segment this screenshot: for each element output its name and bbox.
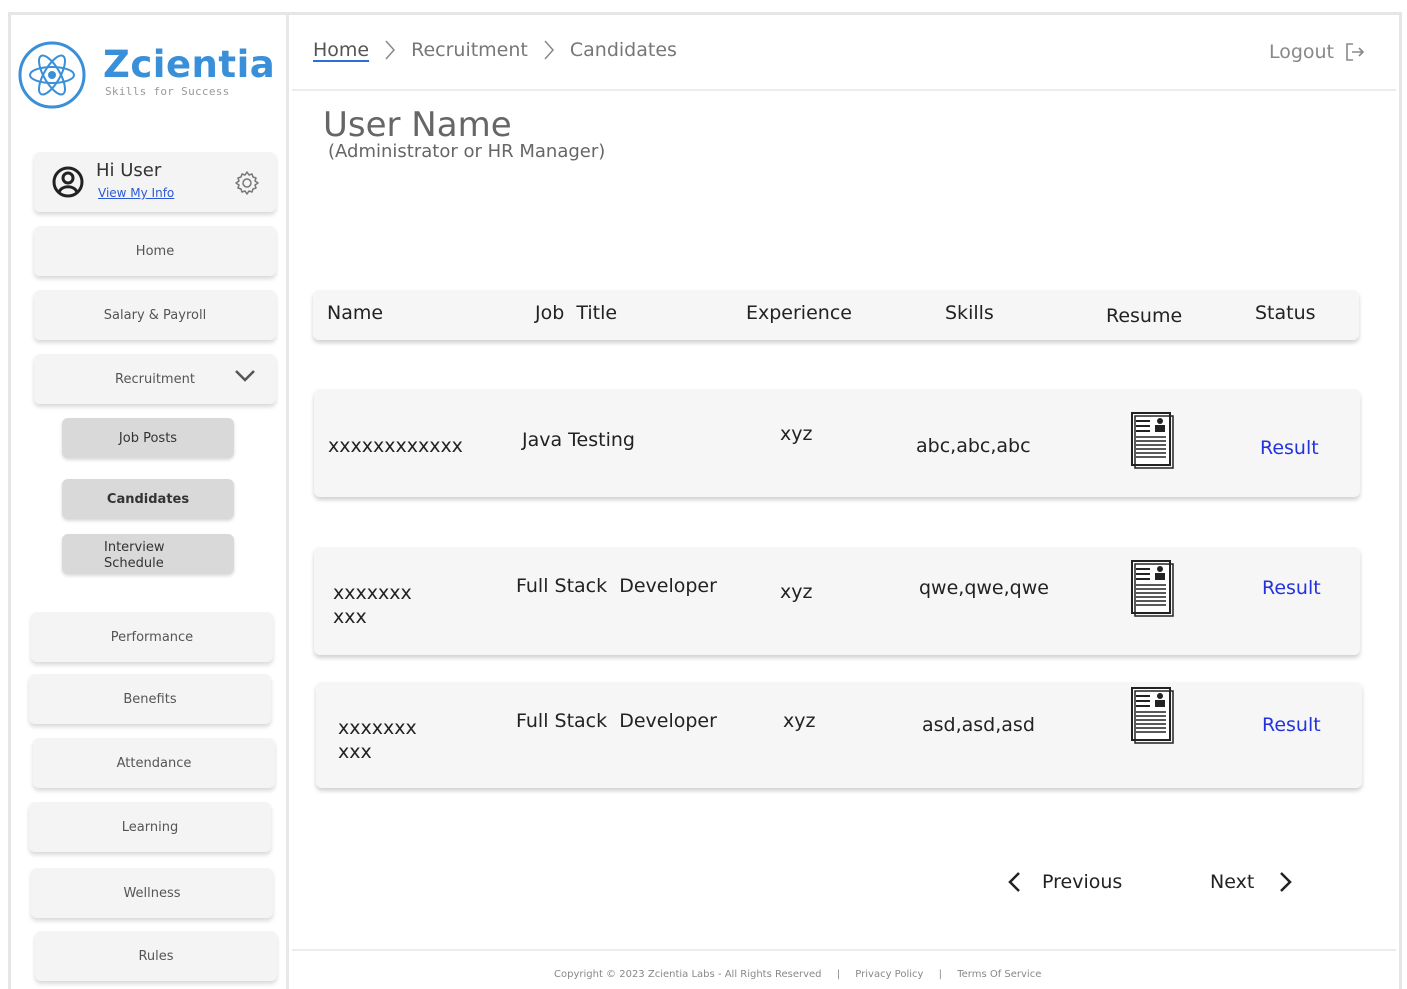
resume-document-icon[interactable] [1130, 686, 1174, 744]
candidate-experience: xyz [780, 423, 813, 445]
candidate-name-line1: xxxxxxx [333, 582, 412, 604]
nav-job-posts[interactable]: Job Posts [62, 418, 234, 458]
page-title: User Name [323, 105, 512, 145]
table-row: xxxxxxx xxx Full Stack Developer xyz asd… [316, 682, 1362, 788]
sidebar: Zcientia Skills for Success Hi User View… [11, 15, 289, 989]
candidate-skills: asd,asd,asd [922, 714, 1035, 736]
view-my-info-link[interactable]: View My Info [98, 186, 174, 200]
next-button[interactable]: Next [1210, 870, 1294, 894]
next-label: Next [1210, 871, 1255, 893]
privacy-policy-link[interactable]: Privacy Policy [855, 969, 923, 980]
nav-learning-label: Learning [121, 819, 179, 835]
table-header: Name Job Title Experience Skills Resume … [313, 290, 1359, 340]
nav-wellness-label: Wellness [123, 885, 181, 901]
brand-tagline: Skills for Success [105, 85, 230, 98]
nav-interview-label: Interview Schedule [104, 540, 165, 571]
brand-name: Zcientia [103, 43, 276, 86]
table-row: xxxxxxx xxx Full Stack Developer xyz qwe… [314, 547, 1360, 655]
top-bar: Home Recruitment Candidates Logout [292, 15, 1396, 91]
breadcrumb-recruitment[interactable]: Recruitment [411, 39, 528, 61]
nav-candidates-label: Candidates [106, 491, 190, 507]
footer-links: Copyright © 2023 Zcientia Labs - All Rig… [554, 969, 1041, 980]
nav-rules-label: Rules [138, 948, 174, 964]
page-subtitle: (Administrator or HR Manager) [328, 141, 606, 162]
brand-logo[interactable]: Zcientia Skills for Success [17, 39, 277, 111]
breadcrumb-candidates: Candidates [569, 39, 677, 61]
candidate-name-line1: xxxxxxx [338, 717, 417, 739]
nav-job-posts-label: Job Posts [118, 430, 178, 446]
status-result-link[interactable]: Result [1260, 437, 1319, 459]
candidate-name: xxxxxxx xxx [333, 581, 412, 629]
chevron-left-icon [1008, 872, 1020, 892]
nav-home-label: Home [135, 243, 175, 259]
nav-performance-label: Performance [110, 629, 194, 645]
status-result-link[interactable]: Result [1262, 714, 1321, 736]
col-skills: Skills [945, 302, 994, 324]
user-avatar-icon [52, 166, 84, 198]
nav-benefits-label: Benefits [123, 691, 177, 707]
breadcrumb: Home Recruitment Candidates [313, 39, 677, 61]
footer-separator: | [836, 969, 841, 980]
logout-button[interactable]: Logout [1269, 41, 1366, 63]
nav-salary-label: Salary & Payroll [103, 307, 207, 323]
candidate-name: xxxxxxxxxxxx [328, 435, 463, 457]
status-result-link[interactable]: Result [1262, 577, 1321, 599]
col-status: Status [1255, 302, 1316, 324]
candidate-name: xxxxxxx xxx [338, 716, 417, 764]
user-card: Hi User View My Info [34, 152, 276, 212]
atom-logo-icon [18, 41, 86, 109]
copyright-text: Copyright © 2023 Zcientia Labs - All Rig… [554, 969, 822, 980]
breadcrumb-home[interactable]: Home [313, 39, 369, 61]
nav-performance[interactable]: Performance [31, 612, 273, 662]
resume-document-icon[interactable] [1130, 559, 1174, 617]
col-name: Name [327, 302, 384, 324]
nav-salary-payroll[interactable]: Salary & Payroll [34, 290, 276, 340]
table-row: xxxxxxxxxxxx Java Testing xyz abc,abc,ab… [314, 389, 1360, 497]
terms-of-service-link[interactable]: Terms Of Service [957, 969, 1041, 980]
candidate-skills: qwe,qwe,qwe [919, 577, 1049, 599]
candidate-job-title: Java Testing [522, 429, 635, 451]
candidate-experience: xyz [783, 710, 816, 732]
candidate-experience: xyz [780, 581, 813, 603]
chevron-right-icon [1280, 872, 1293, 892]
logout-label: Logout [1268, 41, 1334, 63]
resume-document-icon[interactable] [1130, 411, 1174, 469]
nav-rules[interactable]: Rules [35, 931, 277, 981]
candidate-job-title: Full Stack Developer [516, 710, 717, 732]
nav-home[interactable]: Home [34, 226, 276, 276]
main-content: Home Recruitment Candidates Logout User … [292, 15, 1396, 989]
nav-candidates[interactable]: Candidates [62, 479, 234, 519]
col-job-title: Job Title [535, 302, 618, 324]
nav-recruitment[interactable]: Recruitment [34, 354, 276, 404]
nav-learning[interactable]: Learning [29, 802, 271, 852]
previous-button[interactable]: Previous [1006, 870, 1122, 894]
chevron-down-icon[interactable] [234, 368, 256, 384]
col-resume: Resume [1106, 305, 1183, 327]
logout-icon [1346, 43, 1365, 61]
footer-separator: | [938, 969, 943, 980]
nav-attendance[interactable]: Attendance [33, 738, 275, 788]
footer: Copyright © 2023 Zcientia Labs - All Rig… [292, 949, 1396, 989]
chevron-right-icon [544, 40, 554, 60]
candidate-job-title: Full Stack Developer [516, 575, 717, 597]
nav-wellness[interactable]: Wellness [31, 868, 273, 918]
candidate-name-line2: xxx [338, 741, 372, 763]
previous-label: Previous [1042, 871, 1123, 893]
candidate-skills: abc,abc,abc [916, 435, 1031, 457]
settings-gear-icon[interactable] [234, 170, 260, 196]
candidate-name-line2: xxx [333, 606, 367, 628]
nav-benefits[interactable]: Benefits [29, 674, 271, 724]
nav-recruitment-label: Recruitment [115, 371, 195, 387]
col-experience: Experience [746, 302, 852, 324]
chevron-right-icon [385, 40, 396, 60]
nav-interview-schedule[interactable]: Interview Schedule [62, 534, 234, 574]
nav-attendance-label: Attendance [116, 755, 192, 771]
user-greeting: Hi User [96, 160, 162, 181]
